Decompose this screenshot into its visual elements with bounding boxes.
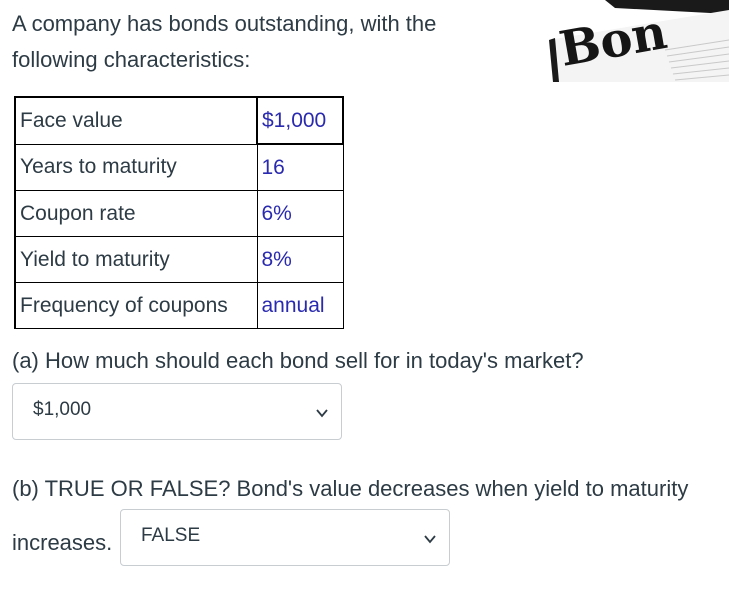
true-false-select[interactable]: FALSE — [120, 509, 450, 566]
row-label: Face value — [14, 96, 258, 145]
row-value: 16 — [256, 143, 344, 191]
question-a-text: (a) How much should each bond sell for i… — [12, 348, 584, 373]
row-label: Frequency of coupons — [14, 282, 258, 329]
row-value: 8% — [256, 236, 344, 283]
problem-intro: A company has bonds outstanding, with th… — [12, 6, 532, 78]
table-row: Yield to maturity 8% — [14, 236, 344, 283]
row-label: Coupon rate — [14, 190, 258, 237]
bond-certificate-image: Bon — [545, 0, 729, 82]
row-value: annual — [256, 282, 344, 329]
table-row: Face value $1,000 — [14, 96, 344, 145]
price-select[interactable]: $1,000 — [12, 383, 342, 440]
chevron-down-icon — [424, 535, 436, 544]
table-row: Coupon rate 6% — [14, 190, 344, 237]
intro-line-2: following characteristics: — [12, 47, 251, 72]
bond-characteristics-table: Face value $1,000 Years to maturity 16 Coupo… — [14, 96, 344, 329]
question-b-text: (b) TRUE OR FALSE? Bond's value decrease… — [12, 476, 689, 501]
table-row: Frequency of coupons annual — [14, 282, 344, 329]
row-value: 6% — [256, 190, 344, 237]
price-select-value: $1,000 — [33, 399, 92, 420]
chevron-down-icon — [316, 409, 328, 418]
row-label: Years to maturity — [14, 143, 258, 191]
row-value: $1,000 — [256, 96, 344, 145]
intro-line-1: A company has bonds outstanding, with th… — [12, 11, 437, 36]
table-row: Years to maturity 16 — [14, 143, 344, 191]
row-label: Yield to maturity — [14, 236, 258, 283]
question-b-text-cont: increases. — [12, 530, 113, 555]
true-false-select-value: FALSE — [141, 525, 201, 546]
